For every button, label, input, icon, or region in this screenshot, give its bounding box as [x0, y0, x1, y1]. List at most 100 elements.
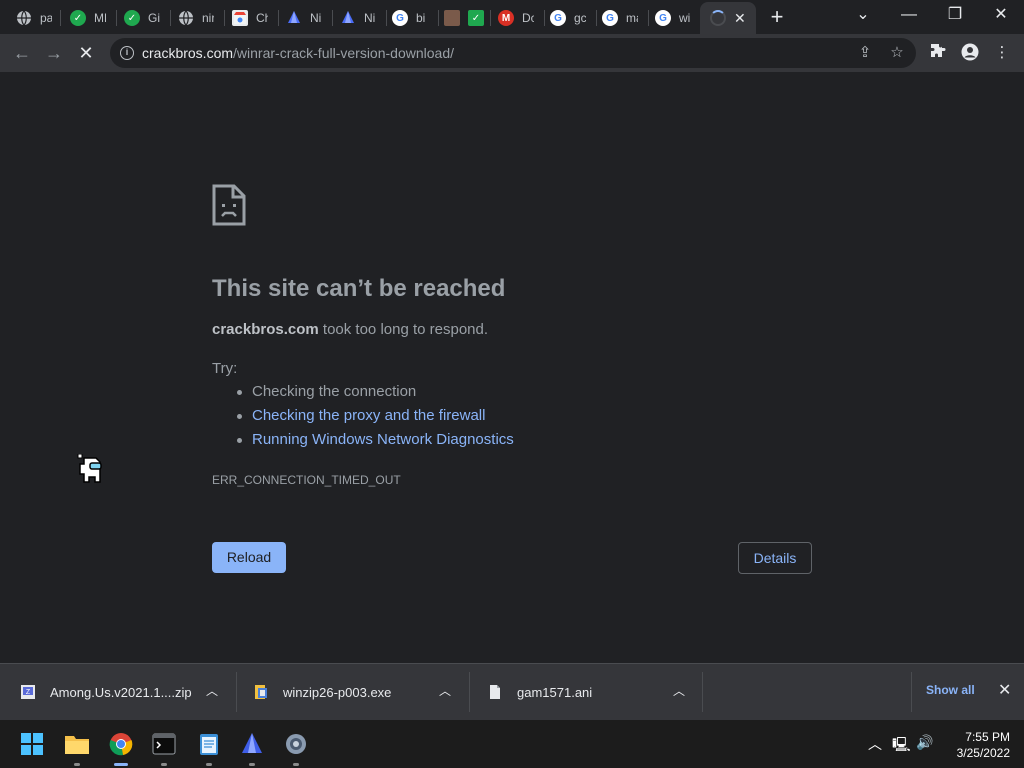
sad-page-icon	[212, 184, 246, 226]
clock-date: 3/25/2022	[956, 746, 1010, 760]
blue-drop-icon	[340, 10, 356, 26]
taskbar-file-explorer[interactable]	[61, 728, 93, 766]
taskbar-notepad[interactable]	[193, 728, 225, 766]
stop-loading-button[interactable]: ✕	[72, 39, 100, 67]
tab-6[interactable]: Ni	[276, 4, 322, 32]
tab-8[interactable]: G bi	[382, 4, 428, 32]
forward-button[interactable]: →	[40, 39, 68, 67]
terminal-icon	[152, 733, 176, 755]
suggestion-list: Checking the connection Checking the pro…	[237, 383, 514, 455]
chevron-up-icon[interactable]: ︿	[439, 682, 451, 699]
tab-1[interactable]: pa	[6, 4, 52, 32]
suggestion-link-proxy-firewall[interactable]: Checking the proxy and the firewall	[237, 407, 514, 431]
tab-close-icon[interactable]: ✕	[734, 10, 746, 27]
url-host: crackbros.com	[142, 45, 234, 61]
url-text[interactable]: crackbros.com/winrar-crack-full-version-…	[142, 45, 454, 61]
volume-icon[interactable]: 🔊	[916, 734, 933, 751]
profile-avatar-icon[interactable]	[960, 43, 980, 63]
error-host: crackbros.com	[212, 321, 319, 338]
tab-title: ma	[626, 11, 638, 25]
tab-title: Ni	[310, 11, 322, 25]
restore-button[interactable]: ❐	[935, 4, 975, 28]
blue-drop-icon	[286, 10, 302, 26]
among-us-cursor-icon	[77, 454, 102, 483]
address-bar[interactable]: i crackbros.com/winrar-crack-full-versio…	[110, 38, 916, 68]
file-icon	[490, 685, 500, 699]
running-indicator	[74, 763, 80, 766]
blue-drop-icon	[242, 733, 262, 753]
download-item[interactable]: gam1571.ani ︿	[487, 664, 701, 720]
network-icon[interactable]: 🖳	[892, 734, 911, 758]
back-button[interactable]: ←	[8, 39, 36, 67]
tab-title: bi	[416, 11, 426, 25]
download-filename: gam1571.ani	[517, 684, 593, 700]
tab-title: Ch	[256, 11, 268, 25]
download-filename: Among.Us.v2021.1....zip	[50, 684, 192, 700]
google-icon: G	[550, 10, 566, 26]
loading-spinner-icon	[710, 10, 726, 26]
extensions-icon[interactable]	[928, 43, 948, 63]
tab-title: pa	[40, 11, 52, 25]
taskbar-terminal[interactable]	[148, 728, 180, 766]
taskbar-clock[interactable]: 7:55 PM 3/25/2022	[946, 729, 1010, 761]
close-window-button[interactable]: ✕	[981, 4, 1021, 28]
download-shelf: Z Among.Us.v2021.1....zip ︿ winzip26-p00…	[0, 663, 1024, 720]
close-shelf-icon[interactable]: ✕	[998, 680, 1011, 700]
start-button[interactable]	[16, 728, 48, 760]
google-icon: G	[655, 10, 671, 26]
bookmark-star-icon[interactable]: ☆	[888, 44, 906, 62]
google-icon: G	[392, 10, 408, 26]
share-icon[interactable]: ⇪	[856, 44, 874, 62]
download-separator	[702, 672, 703, 712]
download-separator	[911, 672, 912, 712]
green-check-icon: ✓	[124, 10, 140, 26]
zip-archive-icon: Z	[21, 685, 35, 699]
download-item[interactable]: Z Among.Us.v2021.1....zip ︿	[20, 664, 234, 720]
show-all-downloads-link[interactable]: Show all	[926, 683, 975, 697]
tab-title: Git	[148, 11, 160, 25]
chevron-up-icon[interactable]: ︿	[673, 682, 685, 699]
tab-2[interactable]: ✓ ME	[60, 4, 106, 32]
installer-icon	[255, 685, 267, 699]
tab-5[interactable]: Ch	[222, 4, 268, 32]
new-tab-button[interactable]: +	[765, 6, 789, 30]
taskbar-chrome[interactable]	[105, 728, 137, 766]
tab-13[interactable]: G ma	[592, 4, 638, 32]
globe-icon	[178, 10, 194, 26]
running-indicator	[293, 763, 299, 766]
tab-4[interactable]: nir	[168, 4, 214, 32]
tab-7[interactable]: Ni	[330, 4, 376, 32]
tab-search-icon[interactable]: ⌄	[843, 4, 883, 28]
tab-3[interactable]: ✓ Git	[114, 4, 160, 32]
tab-14[interactable]: G wi	[645, 4, 691, 32]
avatar-icon	[444, 10, 460, 26]
reload-button[interactable]: Reload	[212, 542, 286, 573]
tab-12[interactable]: G gc	[540, 4, 586, 32]
file-explorer-icon	[65, 736, 89, 754]
show-hidden-icons-chevron-icon[interactable]: ︿	[868, 734, 882, 754]
site-info-icon[interactable]: i	[120, 46, 134, 60]
download-separator	[236, 672, 237, 712]
minimize-button[interactable]: —	[889, 4, 929, 28]
green-check-icon: ✓	[468, 10, 484, 26]
details-button[interactable]: Details	[738, 542, 812, 574]
notepad-icon	[200, 734, 218, 755]
red-m-icon: M	[498, 10, 514, 26]
google-icon: G	[602, 10, 618, 26]
tab-title: ME	[94, 11, 106, 25]
error-description: crackbros.com took too long to respond.	[212, 321, 488, 338]
taskbar-app-blue-drop[interactable]	[236, 728, 268, 766]
more-menu-icon[interactable]: ⋮	[992, 43, 1012, 63]
taskbar-settings[interactable]	[280, 728, 312, 766]
tab-active[interactable]: ✕	[700, 2, 756, 34]
tab-11[interactable]: M Dc	[488, 4, 534, 32]
chevron-up-icon[interactable]: ︿	[206, 682, 218, 699]
suggestion-link-network-diagnostics[interactable]: Running Windows Network Diagnostics	[237, 431, 514, 455]
green-check-icon: ✓	[70, 10, 86, 26]
tab-title: Ni	[364, 11, 376, 25]
browser-toolbar: ← → ✕ i crackbros.com/winrar-crack-full-…	[0, 34, 1024, 72]
running-indicator	[161, 763, 167, 766]
start-icon	[21, 733, 43, 755]
error-page: This site can’t be reached crackbros.com…	[0, 72, 1024, 663]
download-item[interactable]: winzip26-p003.exe ︿	[253, 664, 467, 720]
